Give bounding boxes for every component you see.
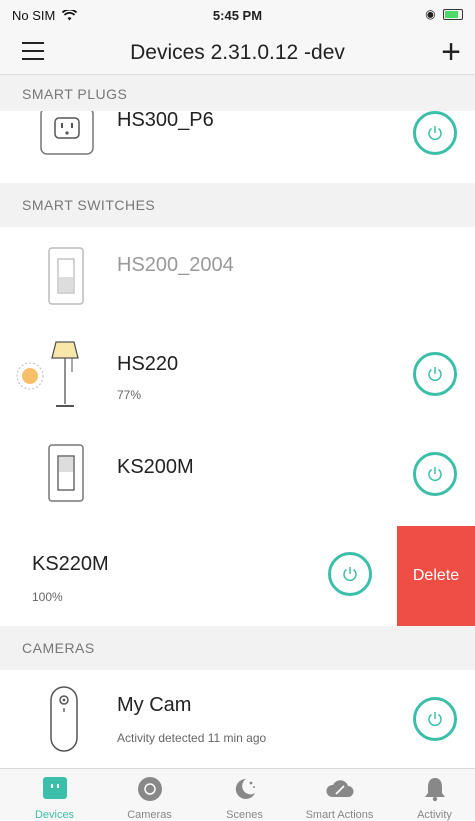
camera-activity: Activity detected 11 min ago (117, 731, 267, 745)
light-switch-icon (48, 444, 84, 502)
cloud-wand-icon (325, 780, 353, 797)
device-name: HS300_P6 (117, 111, 214, 131)
device-row-ks220m[interactable]: KS220M 100% Delete (0, 526, 475, 627)
tab-label: Devices (34, 809, 75, 821)
device-row-my-cam[interactable]: My Cam Activity detected 11 min ago (0, 670, 475, 769)
status-bar: No SIM 5:45 PM ◉ (0, 0, 475, 30)
page-title: Devices 2.31.0.12 -dev (130, 41, 345, 64)
device-row-ks200m[interactable]: KS200M (0, 426, 475, 527)
status-time: 5:45 PM (212, 8, 263, 23)
doorbell-camera-icon (50, 686, 78, 752)
power-button[interactable] (328, 552, 372, 596)
section-header-smart-plugs: SMART PLUGS (0, 75, 475, 111)
section-header-cameras: CAMERAS (0, 626, 475, 670)
device-row-hs200[interactable]: HS200_2004 (0, 227, 475, 327)
power-button[interactable] (413, 352, 457, 396)
device-name: KS220M (32, 553, 109, 575)
orientation-lock-icon: ◉ (425, 7, 436, 21)
devices-icon (42, 777, 67, 799)
camera-lens-icon (137, 777, 162, 801)
tab-cameras[interactable]: Cameras (102, 769, 197, 821)
navigation-bar: Devices 2.31.0.12 -dev + (0, 30, 475, 75)
moon-stars-icon (235, 778, 255, 799)
light-switch-icon (48, 247, 84, 305)
brightness-level: 100% (32, 590, 63, 604)
device-name: HS220 (117, 353, 179, 375)
power-icon (428, 126, 442, 141)
power-icon (428, 712, 442, 727)
tab-label: Cameras (127, 809, 172, 821)
tab-devices[interactable]: Devices (7, 769, 102, 821)
battery-icon (443, 9, 463, 21)
power-icon (428, 367, 442, 382)
add-device-icon[interactable]: + (441, 32, 461, 72)
floor-lamp-icon (16, 341, 79, 407)
bell-icon (424, 778, 445, 802)
power-icon (343, 567, 357, 582)
smart-plug-icon (40, 111, 94, 155)
power-icon (428, 467, 442, 482)
tab-activity[interactable]: Activity (387, 769, 475, 821)
power-button[interactable] (413, 452, 457, 496)
tab-label: Scenes (226, 809, 263, 821)
section-label: SMART PLUGS (22, 86, 128, 102)
tab-label: Activity (417, 809, 452, 821)
device-name: KS200M (117, 456, 194, 478)
delete-button[interactable]: Delete (397, 526, 475, 626)
status-right: ◉ (425, 7, 463, 21)
tab-bar: Devices Cameras Scenes Smart Actions Act… (0, 768, 475, 821)
device-name: HS200_2004 (117, 254, 234, 276)
device-row-hs220[interactable]: HS220 77% (0, 326, 475, 427)
power-button[interactable] (413, 111, 457, 155)
tab-scenes[interactable]: Scenes (197, 769, 292, 821)
section-header-smart-switches: SMART SWITCHES (0, 183, 475, 227)
tab-label: Smart Actions (305, 809, 374, 821)
brightness-level: 77% (117, 388, 142, 402)
tab-smart-actions[interactable]: Smart Actions (292, 769, 387, 821)
section-label: SMART SWITCHES (22, 197, 156, 213)
section-label: CAMERAS (22, 640, 95, 656)
device-name: My Cam (117, 694, 192, 716)
power-button[interactable] (413, 697, 457, 741)
device-row-hs300[interactable]: HS300_P6 (0, 111, 475, 184)
